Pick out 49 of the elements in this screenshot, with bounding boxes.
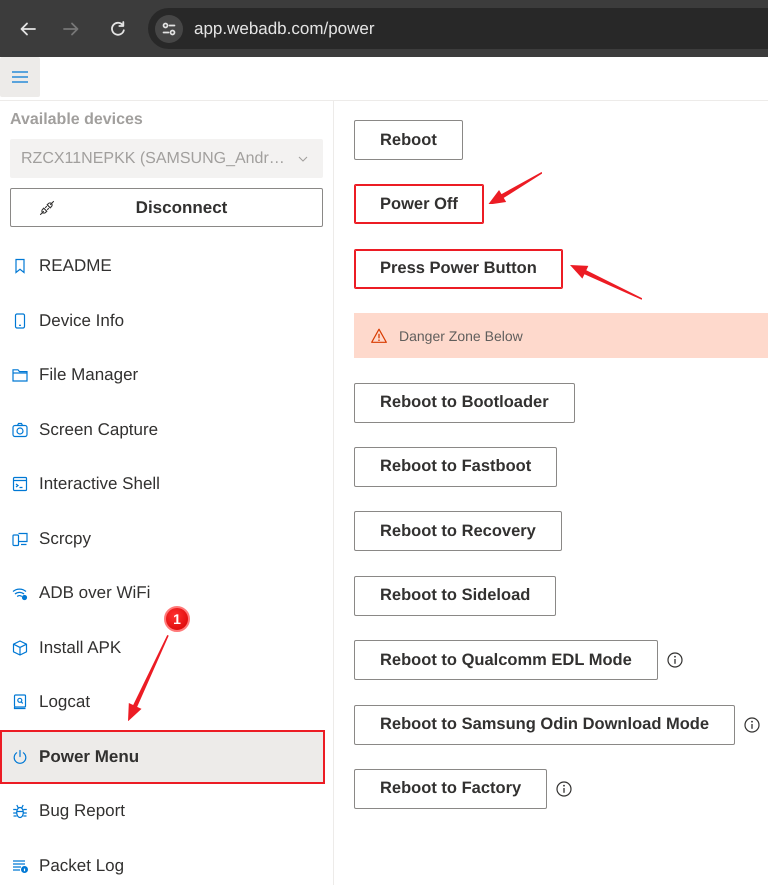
nav-item[interactable]: Interactive Shell (0, 457, 160, 512)
url-text: app.webadb.com/power (194, 18, 375, 38)
step-badge: 1 (164, 606, 190, 632)
action-button[interactable]: Reboot to Bootloader (354, 382, 575, 423)
nav-item[interactable]: Packet Log (0, 838, 124, 885)
info-icon[interactable] (556, 780, 572, 797)
menu-icon (12, 71, 28, 83)
nav-item[interactable]: Install APK (0, 620, 122, 675)
menu-button[interactable] (0, 57, 40, 97)
box-icon (12, 640, 28, 656)
address-bar[interactable]: app.webadb.com/power (148, 8, 768, 49)
action-button[interactable]: Reboot to Fastboot (354, 446, 558, 487)
nav-item[interactable]: File Manager (0, 348, 138, 402)
book-search-icon (12, 694, 28, 710)
info-icon[interactable] (666, 652, 683, 668)
nav-item[interactable]: README (0, 239, 112, 294)
nav-item[interactable]: Logcat (0, 675, 90, 730)
action-button[interactable]: Reboot to Recovery (354, 511, 562, 552)
nav-item[interactable]: ADB over WiFi (0, 566, 150, 620)
nav-item[interactable]: Bug Report (0, 784, 125, 838)
camera-icon (12, 422, 28, 438)
folder-icon (12, 367, 28, 384)
action-button[interactable]: Reboot to Sideload (354, 576, 556, 616)
action-button[interactable]: Press Power Button (354, 248, 563, 289)
chevron-down-icon (298, 156, 308, 162)
action-button[interactable]: Reboot to Factory (354, 768, 548, 809)
sliders-icon[interactable] (155, 14, 183, 42)
back-icon[interactable] (20, 20, 36, 36)
warning-text: Danger Zone Below (399, 328, 523, 344)
terminal-icon (12, 476, 28, 492)
power-icon (12, 748, 28, 765)
disconnect-button[interactable]: Disconnect (10, 188, 323, 227)
nav-item[interactable]: Screen Capture (0, 402, 158, 457)
action-button[interactable]: Reboot to Samsung Odin Download Mode (354, 704, 736, 745)
action-button[interactable]: Power Off (354, 184, 484, 224)
reload-icon[interactable] (110, 20, 126, 36)
info-icon[interactable] (744, 716, 760, 733)
plug-icon (39, 200, 55, 216)
section-label: Available devices (10, 110, 143, 130)
phone-icon (12, 312, 28, 329)
phone-screen-icon (12, 530, 28, 547)
warning-icon (371, 328, 387, 344)
list-info-icon (12, 858, 28, 874)
action-button[interactable]: Reboot to Qualcomm EDL Mode (354, 640, 658, 680)
bug-icon (12, 803, 28, 820)
nav-item[interactable]: Device Info (0, 294, 124, 348)
action-button[interactable]: Reboot (354, 120, 463, 160)
nav-item[interactable]: Power Menu (0, 730, 325, 784)
nav-item[interactable]: Scrcpy (0, 512, 91, 566)
